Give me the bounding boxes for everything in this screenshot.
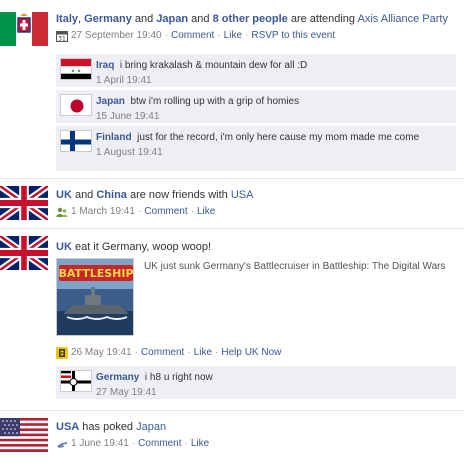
- uk-flag-avatar[interactable]: [0, 236, 48, 270]
- comment-text: btw i'm rolling up with a grip of homies: [130, 96, 300, 107]
- battleship-comment-link[interactable]: Comment: [141, 346, 184, 359]
- party-comment-link[interactable]: Comment: [171, 29, 214, 42]
- actor-japan-link[interactable]: Japan: [156, 13, 188, 25]
- svg-text:31: 31: [58, 35, 66, 42]
- iraq-flag-avatar[interactable]: [60, 58, 92, 80]
- comment-japan: Japan btw i'm rolling up with a grip of …: [56, 90, 456, 124]
- japan-flag-avatar[interactable]: [60, 94, 92, 116]
- uk-flag-avatar[interactable]: [0, 186, 48, 220]
- germany-war-flag-avatar[interactable]: [60, 370, 92, 392]
- battleship-meta: 26 May 19:41 · Comment · Like · Help UK …: [56, 346, 460, 359]
- party-headline: Italy, Germany and Japan and 8 other peo…: [56, 13, 448, 25]
- comment-author-iraq[interactable]: Iraq: [96, 60, 114, 71]
- friends-headline: UK and China are now friends with USA: [56, 189, 254, 201]
- friends-date[interactable]: 1 March 19:41: [71, 205, 135, 218]
- poke-meta: 1 June 19:41 · Comment · Like: [56, 437, 460, 450]
- poke-hand-icon: [56, 438, 68, 450]
- party-date[interactable]: 27 September 19:40: [71, 29, 162, 42]
- actor-italy-link[interactable]: Italy: [56, 13, 78, 25]
- actor-china-link[interactable]: China: [96, 189, 127, 201]
- event-link[interactable]: Axis Alliance Party: [358, 13, 448, 25]
- comment-time: 15 June 19:41: [96, 111, 160, 122]
- battleship-attachment: BATTLESHIP UK just sunk Germany's Battle…: [56, 258, 456, 340]
- divider: [0, 410, 464, 411]
- help-uk-link[interactable]: Help UK Now: [221, 346, 281, 359]
- friends-like-link[interactable]: Like: [197, 205, 215, 218]
- friends-icon: [56, 206, 68, 218]
- battleship-like-link[interactable]: Like: [194, 346, 212, 359]
- finland-flag-avatar[interactable]: [60, 130, 92, 152]
- comment-author-japan[interactable]: Japan: [96, 96, 125, 107]
- battleship-comments: Germany i h8 u right now 27 May 19:41: [56, 366, 456, 400]
- actor-uk-link[interactable]: UK: [56, 189, 72, 201]
- actor-usa-link[interactable]: USA: [56, 421, 79, 433]
- battleship-game-image[interactable]: BATTLESHIP: [56, 258, 134, 336]
- friends-meta: 1 March 19:41 · Comment · Like: [56, 205, 460, 218]
- party-meta: 31 27 September 19:40 · Comment · Like ·…: [56, 29, 460, 42]
- poke-date[interactable]: 1 June 19:41: [71, 437, 129, 450]
- comment-text: just for the record, i'm only here cause…: [137, 132, 420, 143]
- divider: [0, 178, 464, 179]
- comment-iraq: Iraq i bring krakalash & mountain dew fo…: [56, 54, 456, 88]
- comment-text: i bring krakalash & mountain dew for all…: [119, 60, 308, 71]
- calendar-icon: 31: [56, 30, 68, 42]
- comment-time: 27 May 19:41: [96, 387, 157, 398]
- friend-usa-link[interactable]: USA: [231, 189, 254, 201]
- divider: [0, 228, 464, 229]
- other-people-link[interactable]: 8 other people: [213, 13, 288, 25]
- comment-time: 1 April 19:41: [96, 75, 152, 86]
- italy-savoy-flag-avatar[interactable]: [0, 12, 48, 46]
- friends-comment-link[interactable]: Comment: [144, 205, 187, 218]
- comment-time: 1 August 19:41: [96, 147, 163, 158]
- party-like-link[interactable]: Like: [224, 29, 242, 42]
- comment-author-finland[interactable]: Finland: [96, 132, 132, 143]
- battleship-date[interactable]: 26 May 19:41: [71, 346, 132, 359]
- comment-finland: Finland just for the record, i'm only he…: [56, 126, 456, 172]
- battleship-game-title: BATTLESHIP: [58, 267, 133, 280]
- usa-flag-avatar[interactable]: [0, 418, 48, 452]
- rsvp-link[interactable]: RSVP to this event: [251, 29, 335, 42]
- battleship-attachment-text: UK just sunk Germany's Battlecruiser in …: [144, 261, 446, 272]
- comment-germany: Germany i h8 u right now 27 May 19:41: [56, 366, 456, 400]
- battleship-app-icon: [56, 346, 68, 359]
- poke-target-link[interactable]: Japan: [136, 421, 166, 433]
- actor-germany-link[interactable]: Germany: [84, 13, 132, 25]
- battleship-status: UK eat it Germany, woop woop!: [56, 241, 212, 253]
- actor-uk-link[interactable]: UK: [56, 241, 72, 253]
- poke-headline: USA has poked Japan: [56, 421, 167, 433]
- comment-text: i h8 u right now: [144, 372, 213, 383]
- poke-like-link[interactable]: Like: [191, 437, 209, 450]
- poke-comment-link[interactable]: Comment: [138, 437, 181, 450]
- party-comments: Iraq i bring krakalash & mountain dew fo…: [56, 54, 456, 172]
- comment-author-germany[interactable]: Germany: [96, 372, 139, 383]
